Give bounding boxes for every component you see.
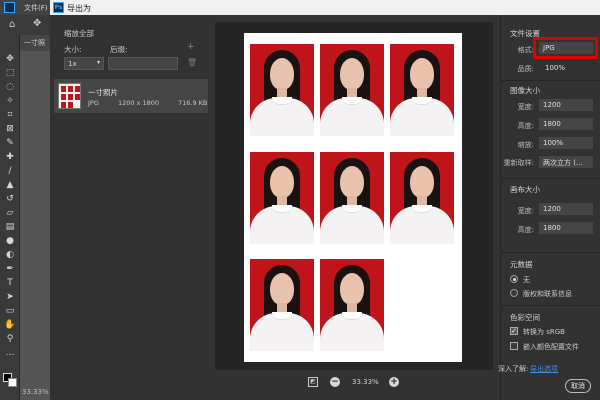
chevron-down-icon: ▾ bbox=[96, 59, 100, 66]
scale-input[interactable]: 100% bbox=[539, 137, 593, 149]
divider bbox=[500, 178, 600, 179]
blur-tool-icon[interactable]: ● bbox=[4, 235, 16, 247]
zoom-controls: ◩ − 33.33% + bbox=[300, 372, 420, 394]
status-zoom: 33.33% bbox=[22, 388, 49, 396]
healing-brush-icon[interactable]: ✚ bbox=[4, 151, 16, 163]
more-tools-icon[interactable]: … bbox=[4, 347, 16, 359]
menu-file[interactable]: 文件(F) bbox=[24, 3, 48, 13]
learn-more-text: 深入了解: bbox=[498, 365, 529, 373]
scale-panel bbox=[50, 15, 210, 400]
embed-profile-checkbox[interactable] bbox=[510, 342, 518, 350]
divider bbox=[500, 252, 600, 253]
height-label: 高度: bbox=[517, 122, 534, 130]
ps-logo-icon bbox=[4, 2, 15, 13]
fit-screen-icon[interactable]: ◩ bbox=[308, 377, 318, 387]
scale-all-title: 缩放全部 bbox=[64, 29, 94, 38]
tools-panel: ✥ ⬚ ◌ ✧ ⌗ ⊠ ✎ ✚ ∕ ▲ ↺ ▱ ▤ ● ◐ ✒ T ➤ ▭ ✋ … bbox=[0, 35, 20, 400]
shape-tool-icon[interactable]: ▭ bbox=[4, 305, 16, 317]
suffix-input[interactable] bbox=[108, 57, 178, 70]
height-input[interactable]: 1800 bbox=[539, 118, 593, 130]
quality-value[interactable]: 100% bbox=[545, 64, 565, 72]
canvas-height-input[interactable]: 1800 bbox=[539, 222, 593, 234]
scale-select[interactable]: 1x ▾ bbox=[64, 57, 104, 70]
scale-label: 缩放: bbox=[517, 141, 534, 149]
meta-none-label: 无 bbox=[523, 276, 530, 284]
move-tool-icon[interactable]: ✥ bbox=[33, 18, 41, 29]
asset-thumbnail bbox=[58, 83, 81, 109]
format-label: 格式: bbox=[517, 46, 534, 54]
frame-tool-icon[interactable]: ⊠ bbox=[4, 123, 16, 135]
canvas-width-label: 宽度: bbox=[517, 207, 534, 215]
id-photo bbox=[250, 152, 314, 244]
trash-icon[interactable]: 🗑 bbox=[187, 58, 197, 67]
crop-tool-icon[interactable]: ⌗ bbox=[4, 109, 16, 121]
preview-paper bbox=[244, 33, 462, 362]
width-input[interactable]: 1200 bbox=[539, 99, 593, 111]
convert-srgb-checkbox[interactable]: ✓ bbox=[510, 327, 518, 335]
history-brush-icon[interactable]: ↺ bbox=[4, 193, 16, 205]
document-canvas-edge bbox=[20, 51, 50, 400]
ps-logo-icon: Ps bbox=[53, 2, 64, 13]
asset-dimensions: 1200 x 1800 bbox=[118, 99, 160, 107]
move-tool-icon[interactable]: ✥ bbox=[4, 53, 16, 65]
resample-label: 重新取样: bbox=[503, 159, 534, 167]
dialog-titlebar: Ps 导出为 bbox=[50, 0, 600, 15]
zoom-out-icon[interactable]: − bbox=[330, 377, 340, 387]
gradient-tool-icon[interactable]: ▤ bbox=[4, 221, 16, 233]
id-photo bbox=[390, 152, 454, 244]
background-color-swatch[interactable] bbox=[8, 378, 17, 387]
id-photo bbox=[390, 44, 454, 136]
plus-icon[interactable]: + bbox=[187, 42, 195, 52]
canvas-height-label: 高度: bbox=[517, 226, 534, 234]
lasso-tool-icon[interactable]: ◌ bbox=[4, 81, 16, 93]
asset-name: 一寸照片 bbox=[88, 88, 118, 97]
marquee-tool-icon[interactable]: ⬚ bbox=[4, 67, 16, 79]
size-label: 大小: bbox=[64, 45, 82, 54]
resample-select[interactable]: 两次立方 (... bbox=[539, 156, 593, 168]
divider bbox=[500, 80, 600, 81]
stamp-tool-icon[interactable]: ▲ bbox=[4, 179, 16, 191]
image-size-title: 图像大小 bbox=[510, 86, 540, 95]
convert-srgb-label: 转换为 sRGB bbox=[523, 328, 565, 336]
divider bbox=[500, 305, 600, 306]
suffix-label: 后缀: bbox=[110, 45, 128, 54]
width-label: 宽度: bbox=[517, 103, 534, 111]
eraser-tool-icon[interactable]: ▱ bbox=[4, 207, 16, 219]
canvas-size-title: 画布大小 bbox=[510, 185, 540, 194]
asset-file-size: 716.9 KB bbox=[178, 99, 208, 107]
pen-tool-icon[interactable]: ✒ bbox=[4, 263, 16, 275]
metadata-title: 元数据 bbox=[510, 260, 533, 269]
path-select-icon[interactable]: ➤ bbox=[4, 291, 16, 303]
dialog-title: 导出为 bbox=[67, 4, 91, 13]
zoom-tool-icon[interactable]: ⚲ bbox=[4, 333, 16, 345]
brush-tool-icon[interactable]: ∕ bbox=[4, 165, 16, 177]
asset-format: JPG bbox=[88, 99, 99, 107]
meta-none-radio[interactable] bbox=[510, 275, 518, 283]
scale-select-value: 1x bbox=[68, 60, 77, 68]
id-photo bbox=[320, 259, 384, 351]
magic-wand-icon[interactable]: ✧ bbox=[4, 95, 16, 107]
quality-label: 品质: bbox=[517, 65, 534, 73]
id-photo bbox=[250, 44, 314, 136]
id-photo bbox=[250, 259, 314, 351]
text-tool-icon[interactable]: T bbox=[4, 277, 16, 289]
zoom-in-icon[interactable]: + bbox=[389, 377, 399, 387]
embed-profile-label: 嵌入颜色配置文件 bbox=[523, 343, 579, 351]
color-space-title: 色彩空间 bbox=[510, 313, 540, 322]
canvas-width-input[interactable]: 1200 bbox=[539, 203, 593, 215]
format-highlight-box bbox=[533, 37, 598, 59]
dodge-tool-icon[interactable]: ◐ bbox=[4, 249, 16, 261]
cancel-button[interactable]: 取消 bbox=[565, 379, 591, 393]
id-photo bbox=[320, 44, 384, 136]
hand-tool-icon[interactable]: ✋ bbox=[4, 319, 16, 331]
id-photo bbox=[320, 152, 384, 244]
meta-copyright-radio[interactable] bbox=[510, 289, 518, 297]
home-icon[interactable]: ⌂ bbox=[9, 19, 15, 30]
meta-copyright-label: 版权和联系信息 bbox=[523, 290, 572, 298]
eyedropper-icon[interactable]: ✎ bbox=[4, 137, 16, 149]
export-options-link[interactable]: 导出选项 bbox=[530, 364, 558, 374]
zoom-level: 33.33% bbox=[352, 378, 379, 386]
